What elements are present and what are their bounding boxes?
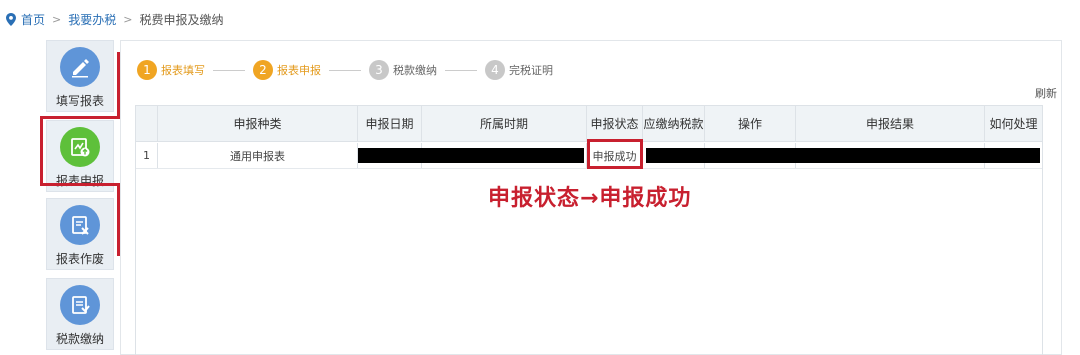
step-label: 报表申报: [277, 64, 321, 77]
highlight-bracket-top: [40, 116, 120, 119]
step-connector: [445, 69, 477, 71]
row-declaration-type: 通用申报表: [158, 143, 358, 168]
column-header-result: 申报结果: [796, 106, 985, 141]
pencil-icon: [60, 47, 100, 87]
table-row[interactable]: 1 通用申报表 申报成功: [136, 139, 1042, 169]
breadcrumb-home-link[interactable]: 首页: [21, 11, 45, 28]
progress-steps: 1 报表填写 2 报表申报 3 税款缴纳 4 完税证明: [137, 59, 553, 81]
tax-payment-icon: [60, 285, 100, 325]
breadcrumb-current: 税费申报及缴纳: [139, 12, 224, 27]
step-number: 2: [253, 60, 273, 80]
step-connector: [329, 69, 361, 71]
table-header: 申报种类 申报日期 所属时期 申报状态 应缴纳税款 操作 申报结果 如何处理: [136, 106, 1042, 142]
highlight-bracket-left: [40, 116, 43, 186]
step-label: 税款缴纳: [393, 64, 437, 77]
step-label: 完税证明: [509, 64, 553, 77]
column-header-index: [136, 106, 158, 141]
chevron-right-icon: >: [52, 12, 62, 26]
redaction-bar: [358, 148, 584, 163]
report-upload-icon: [60, 127, 100, 167]
step-tax-certificate[interactable]: 4 完税证明: [485, 60, 553, 80]
status-highlight-box: [587, 139, 643, 169]
row-index: 1: [136, 143, 158, 168]
column-header-date: 申报日期: [358, 106, 422, 141]
report-void-icon: [60, 205, 100, 245]
column-header-period: 所属时期: [422, 106, 587, 141]
location-pin-icon: [6, 12, 16, 26]
sidebar-item-void-report[interactable]: 报表作废: [46, 198, 114, 270]
step-number: 3: [369, 60, 389, 80]
step-label: 报表填写: [161, 64, 205, 77]
sidebar-item-tax-payment[interactable]: 税款缴纳: [46, 278, 114, 350]
sidebar-item-submit-report[interactable]: 报表申报: [46, 120, 114, 192]
column-header-type: 申报种类: [158, 106, 358, 141]
column-header-status: 申报状态: [587, 106, 643, 141]
annotation-text: 申报状态→申报成功: [488, 186, 692, 211]
step-connector: [213, 69, 245, 71]
sidebar-item-label: 报表申报: [55, 174, 104, 188]
step-number: 1: [137, 60, 157, 80]
breadcrumb-section-link[interactable]: 我要办税: [68, 11, 116, 28]
breadcrumb: 首页 > 我要办税 > 税费申报及缴纳: [6, 10, 223, 28]
step-number: 4: [485, 60, 505, 80]
column-header-action: 操作: [705, 106, 796, 141]
declaration-table: 申报种类 申报日期 所属时期 申报状态 应缴纳税款 操作 申报结果 如何处理 1…: [135, 105, 1043, 355]
sidebar-item-label: 填写报表: [55, 94, 104, 108]
highlight-bracket-bottom: [40, 183, 120, 186]
step-tax-payment[interactable]: 3 税款缴纳: [369, 60, 437, 80]
column-header-handling: 如何处理: [989, 117, 1038, 131]
main-panel: 1 报表填写 2 报表申报 3 税款缴纳 4 完税证明 刷新 申报种类 申报日期…: [120, 40, 1062, 355]
sidebar-item-fill-report[interactable]: 填写报表: [46, 40, 114, 112]
sidebar-item-label: 税款缴纳: [55, 332, 104, 346]
step-submit-report[interactable]: 2 报表申报: [253, 60, 321, 80]
chevron-right-icon: >: [123, 12, 133, 26]
step-fill-report[interactable]: 1 报表填写: [137, 60, 205, 80]
sidebar-item-label: 报表作废: [55, 252, 104, 266]
column-header-tax-due: 应缴纳税款: [643, 106, 705, 141]
redaction-bar: [646, 148, 1040, 163]
refresh-button[interactable]: 刷新: [1035, 85, 1057, 101]
